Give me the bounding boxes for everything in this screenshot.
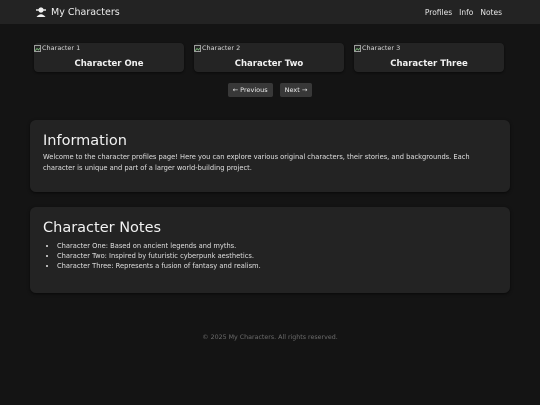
character-image-alt: Character 1 bbox=[42, 44, 81, 52]
character-carousel: Character 1 Character One Character 2 Ch… bbox=[34, 43, 506, 72]
character-notes-heading: Character Notes bbox=[43, 220, 162, 236]
nav-links: Profiles Info Notes bbox=[425, 8, 502, 17]
nav-link-info[interactable]: Info bbox=[459, 8, 473, 17]
broken-image-icon bbox=[34, 44, 41, 52]
information-section: Information Welcome to the character pro… bbox=[30, 120, 510, 192]
arrow-left-icon: ← bbox=[232, 86, 239, 94]
character-title: Character Two bbox=[234, 59, 304, 69]
character-card[interactable]: Character 3 Character Three bbox=[354, 43, 504, 72]
previous-button[interactable]: ← Previous bbox=[227, 83, 273, 97]
character-image-alt: Character 2 bbox=[202, 44, 241, 52]
user-ninja-icon bbox=[36, 7, 46, 17]
character-image: Character 3 bbox=[354, 44, 400, 52]
information-heading: Information bbox=[43, 133, 127, 149]
arrow-right-icon: → bbox=[301, 86, 308, 94]
information-body: Welcome to the character profiles page! … bbox=[43, 153, 470, 172]
character-notes-list: Character One: Based on ancient legends … bbox=[43, 241, 497, 272]
footer-copyright: © 2025 My Characters. All rights reserve… bbox=[202, 334, 338, 341]
previous-button-label: Previous bbox=[240, 86, 268, 94]
top-navbar: My Characters Profiles Info Notes bbox=[0, 0, 540, 24]
list-item: Character Three: Represents a fusion of … bbox=[57, 261, 497, 271]
character-image: Character 1 bbox=[34, 44, 80, 52]
list-item: Character One: Based on ancient legends … bbox=[57, 241, 497, 251]
character-card[interactable]: Character 1 Character One bbox=[34, 43, 184, 72]
next-button-label: Next bbox=[284, 86, 300, 94]
brand-name: My Characters bbox=[51, 6, 120, 18]
nav-link-notes[interactable]: Notes bbox=[480, 8, 502, 17]
brand[interactable]: My Characters bbox=[35, 7, 120, 18]
carousel-pager: ← Previous Next → bbox=[0, 83, 540, 97]
character-card[interactable]: Character 2 Character Two bbox=[194, 43, 344, 72]
character-image-alt: Character 3 bbox=[362, 44, 401, 52]
broken-image-icon bbox=[354, 44, 361, 52]
next-button[interactable]: Next → bbox=[279, 83, 313, 97]
list-item: Character Two: Inspired by futuristic cy… bbox=[57, 251, 497, 261]
nav-link-profiles[interactable]: Profiles bbox=[425, 8, 452, 17]
character-title: Character One bbox=[74, 59, 144, 69]
broken-image-icon bbox=[194, 44, 201, 52]
character-notes-section: Character Notes Character One: Based on … bbox=[30, 207, 510, 293]
character-image: Character 2 bbox=[194, 44, 240, 52]
character-title: Character Three bbox=[390, 59, 468, 69]
